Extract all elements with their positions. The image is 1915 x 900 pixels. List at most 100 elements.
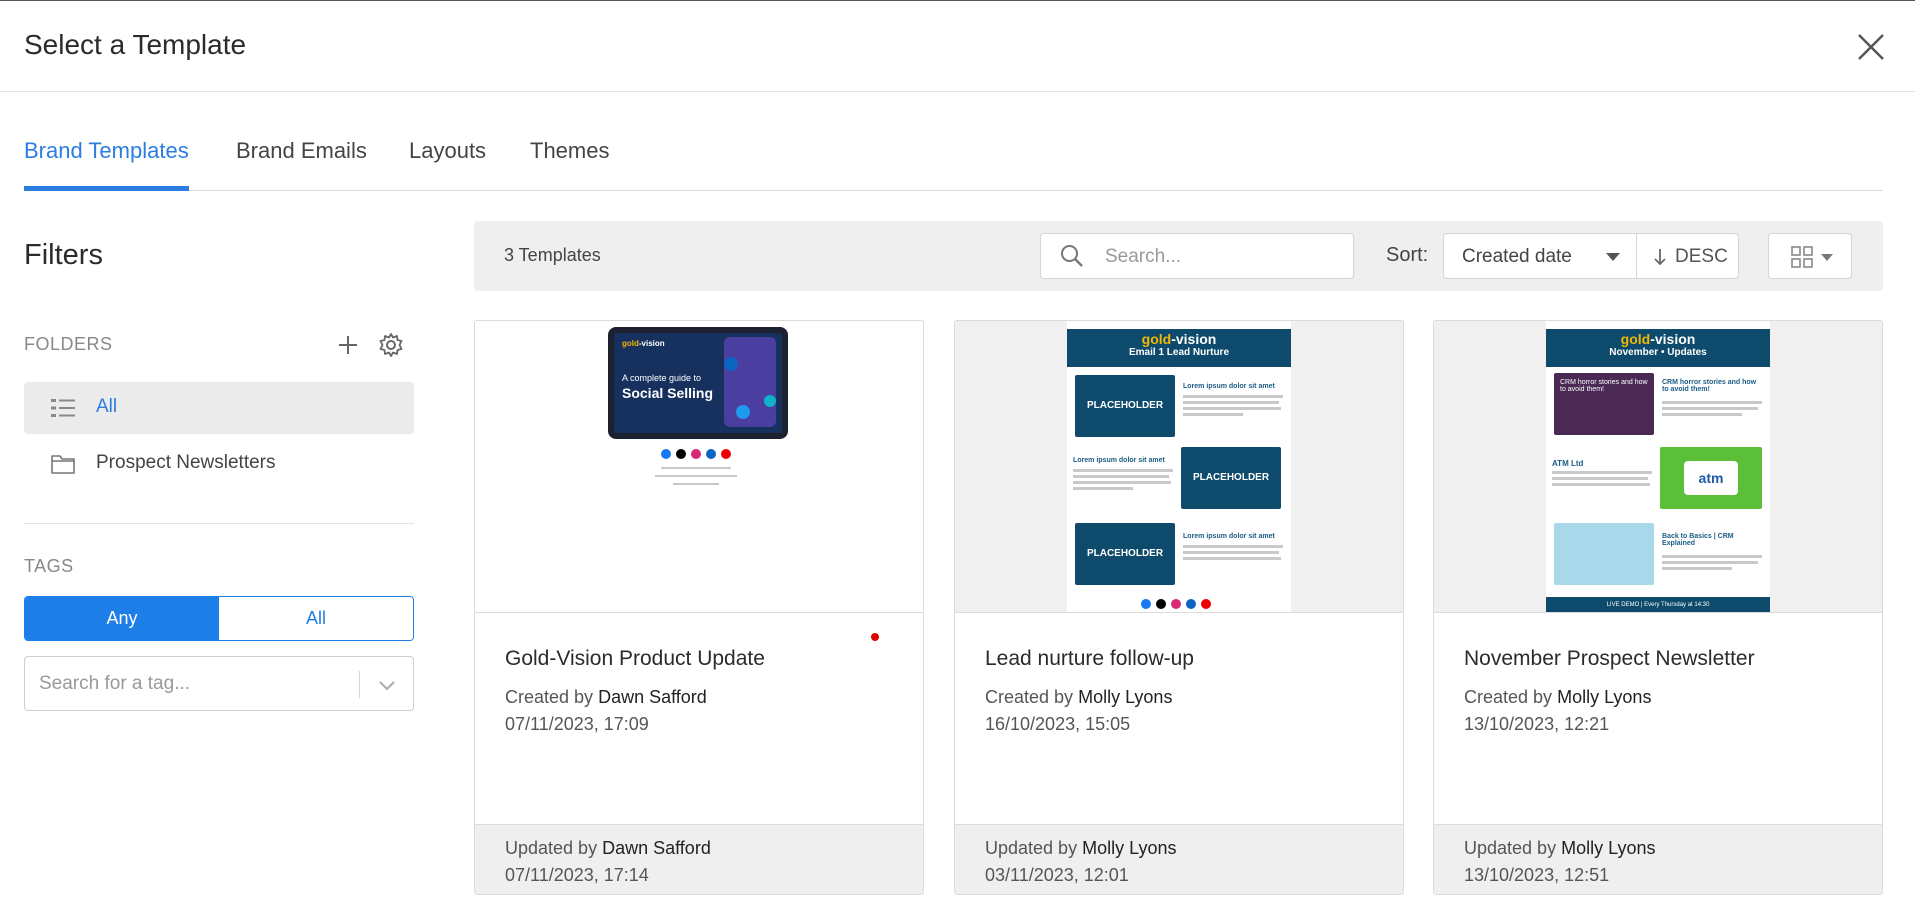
folders-label: FOLDERS xyxy=(24,334,113,354)
template-updated-by: Updated by Molly Lyons xyxy=(1464,838,1655,859)
brand-logo-vision: -vision xyxy=(1650,331,1696,347)
updated-prefix: Updated by xyxy=(1464,838,1557,858)
templates-toolbar: 3 Templates Sort: Created date DESC xyxy=(474,221,1883,291)
dialog-header: Select a Template xyxy=(0,1,1915,92)
text-line xyxy=(1183,407,1281,410)
template-tabs: Brand Templates Brand Emails Layouts The… xyxy=(24,131,1883,191)
tablet-frame: gold-vision A complete guide to Social S… xyxy=(608,327,788,439)
text-line xyxy=(1662,567,1732,570)
brand-logo-vision: -vision xyxy=(638,339,665,348)
email-header: gold-vision Email 1 Lead Nurture xyxy=(1067,329,1291,367)
article-heading: Lorem ipsum dolor sit amet xyxy=(1073,457,1165,464)
template-thumbnail: gold-vision November • Updates CRM horro… xyxy=(1434,321,1882,613)
updated-by-name: Dawn Safford xyxy=(602,838,711,858)
text-line xyxy=(1073,487,1133,490)
folder-label: All xyxy=(96,396,118,417)
template-search[interactable] xyxy=(1040,233,1354,279)
tag-search-input[interactable] xyxy=(39,667,359,701)
card-footer: Updated by Molly Lyons 13/10/2023, 12:51 xyxy=(1434,824,1882,894)
text-line xyxy=(1183,395,1283,398)
folder-item-prospect-newsletters[interactable]: Prospect Newsletters xyxy=(24,438,414,490)
youtube-icon xyxy=(1201,599,1211,609)
tab-brand-emails[interactable]: Brand Emails xyxy=(236,131,367,191)
tab-brand-templates[interactable]: Brand Templates xyxy=(24,131,189,191)
chevron-down-icon[interactable] xyxy=(375,675,399,695)
template-dialog: Select a Template Brand Templates Brand … xyxy=(0,0,1915,900)
tab-layouts[interactable]: Layouts xyxy=(409,131,486,191)
template-card[interactable]: gold-vision A complete guide to Social S… xyxy=(474,320,924,895)
grid-icon xyxy=(1791,246,1813,268)
back-to-basics-image xyxy=(1554,523,1654,585)
created-by-name: Dawn Safford xyxy=(598,687,707,707)
gear-icon[interactable] xyxy=(377,331,405,359)
text-line xyxy=(1662,407,1758,410)
text-line xyxy=(1073,475,1169,478)
template-card[interactable]: gold-vision November • Updates CRM horro… xyxy=(1433,320,1883,895)
instagram-icon xyxy=(691,449,701,459)
crm-image-text: CRM horror stories and how to avoid them… xyxy=(1560,379,1648,393)
twitter-icon xyxy=(736,405,750,419)
email-preview: gold-vision November • Updates CRM horro… xyxy=(1546,321,1770,612)
youtube-icon xyxy=(721,449,731,459)
sort-direction-button[interactable]: DESC xyxy=(1637,233,1739,279)
created-prefix: Created by xyxy=(505,687,594,707)
x-icon xyxy=(1156,599,1166,609)
text-line xyxy=(1662,555,1762,558)
search-input[interactable] xyxy=(1105,242,1345,272)
text-line xyxy=(1073,481,1171,484)
live-demo-banner: LIVE DEMO | Every Thursday at 14:30 xyxy=(1546,597,1770,612)
brand-logo: gold-vision xyxy=(622,339,665,348)
brand-logo-vision: -vision xyxy=(1171,331,1217,347)
tag-match-toggle: Any All xyxy=(24,596,414,641)
facebook-icon xyxy=(1141,599,1151,609)
close-icon[interactable] xyxy=(1855,31,1887,63)
article-heading: Back to Basics | CRM Explained xyxy=(1662,533,1734,547)
indicator-dot xyxy=(871,633,879,641)
email-subtitle: November • Updates xyxy=(1609,347,1707,358)
view-toggle-button[interactable] xyxy=(1768,233,1852,279)
banner-title-line2: Social Selling xyxy=(622,385,714,401)
created-by-name: Molly Lyons xyxy=(1078,687,1173,707)
arrow-down-icon xyxy=(1654,249,1666,266)
template-thumbnail: gold-vision A complete guide to Social S… xyxy=(475,321,923,613)
template-created-by: Created by Molly Lyons xyxy=(1464,687,1651,708)
text-line xyxy=(1552,477,1648,480)
template-created-date: 16/10/2023, 15:05 xyxy=(985,714,1131,734)
text-line xyxy=(1662,401,1762,404)
social-selling-banner: gold-vision A complete guide to Social S… xyxy=(614,333,782,433)
add-folder-icon[interactable] xyxy=(334,331,362,359)
caret-down-icon xyxy=(1606,253,1620,261)
banner-title-line1: A complete guide to xyxy=(622,373,702,383)
text-line xyxy=(1183,413,1243,416)
created-prefix: Created by xyxy=(985,687,1074,707)
sort-field-select[interactable]: Created date xyxy=(1443,233,1637,279)
text-line xyxy=(1552,483,1650,486)
text-line xyxy=(1552,471,1652,474)
placeholder-image: PLACEHOLDER xyxy=(1181,447,1281,509)
tag-search-select[interactable] xyxy=(24,656,414,711)
template-name: November Prospect Newsletter xyxy=(1464,647,1755,670)
crm-horror-image: CRM horror stories and how to avoid them… xyxy=(1554,373,1654,435)
tab-themes[interactable]: Themes xyxy=(530,131,609,191)
text-line xyxy=(1183,551,1279,554)
updated-prefix: Updated by xyxy=(505,838,598,858)
created-prefix: Created by xyxy=(1464,687,1553,707)
facebook-icon xyxy=(661,449,671,459)
select-separator xyxy=(359,671,360,698)
sort-direction-label: DESC xyxy=(1675,246,1728,267)
text-line xyxy=(655,475,737,477)
article-heading: ATM Ltd xyxy=(1552,459,1584,468)
template-count: 3 Templates xyxy=(504,245,601,265)
template-created-by: Created by Molly Lyons xyxy=(985,687,1172,708)
template-updated-date: 13/10/2023, 12:51 xyxy=(1464,865,1610,885)
template-thumbnail: gold-vision Email 1 Lead Nurture PLACEHO… xyxy=(955,321,1403,613)
tag-match-any-button[interactable]: Any xyxy=(25,597,219,640)
template-card[interactable]: gold-vision Email 1 Lead Nurture PLACEHO… xyxy=(954,320,1404,895)
template-updated-by: Updated by Dawn Safford xyxy=(505,838,711,859)
brand-logo-gold: gold xyxy=(1620,331,1651,347)
template-name: Lead nurture follow-up xyxy=(985,647,1194,670)
linkedin-icon xyxy=(1186,599,1196,609)
folder-item-all[interactable]: All xyxy=(24,382,414,434)
template-created-by: Created by Dawn Safford xyxy=(505,687,707,708)
tag-match-all-button[interactable]: All xyxy=(219,597,413,640)
